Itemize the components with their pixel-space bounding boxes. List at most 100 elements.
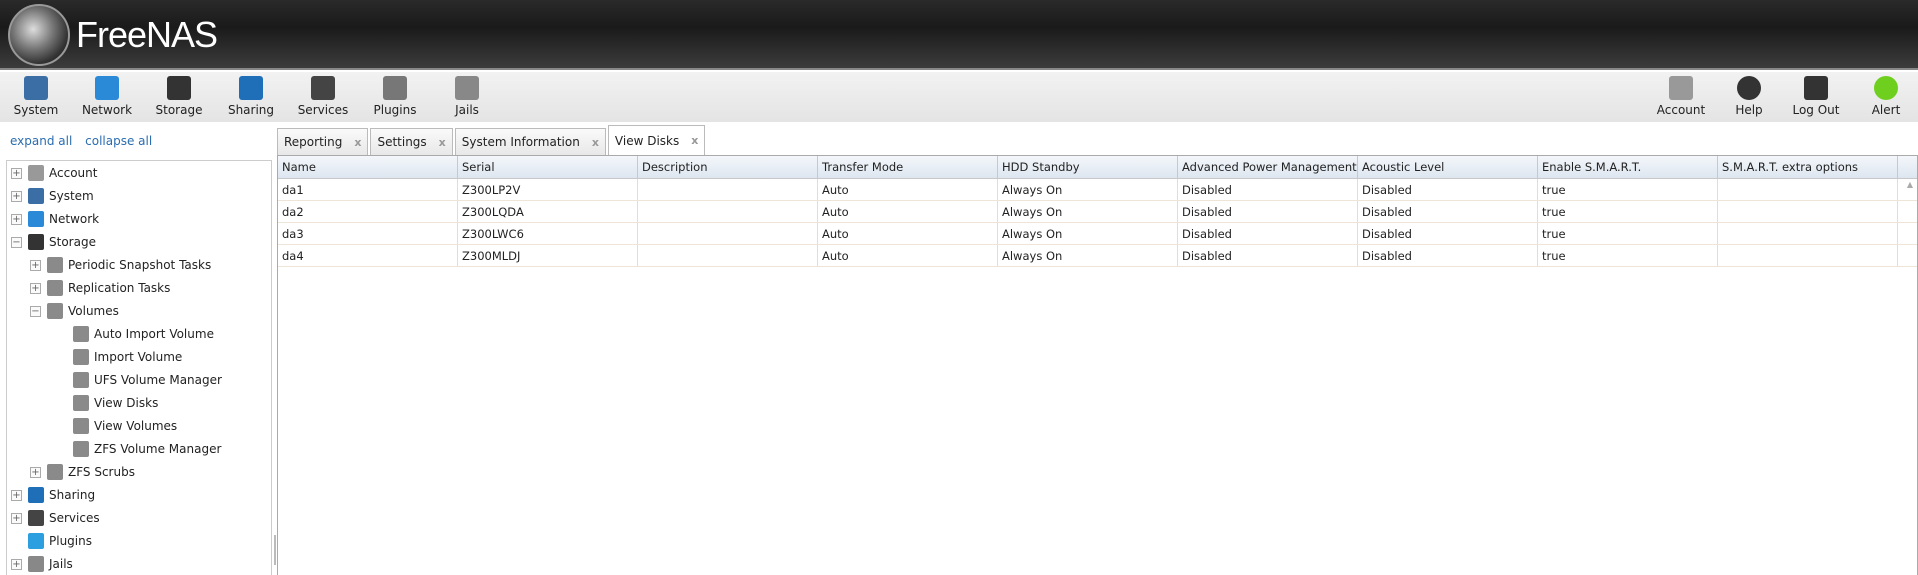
expand-icon[interactable]: +: [11, 190, 22, 202]
toolbar-label: Sharing: [227, 103, 275, 117]
tree-item-jails[interactable]: + Jails: [11, 554, 73, 574]
tree-item-label: Volumes: [68, 304, 119, 318]
tab-reporting[interactable]: Reporting x: [277, 128, 369, 155]
toolbar-alert-button[interactable]: Alert: [1856, 76, 1916, 117]
tree-item-volumes[interactable]: − Volumes: [30, 301, 119, 321]
sidebar-splitter[interactable]: [274, 535, 276, 565]
table-cell: Disabled: [1178, 245, 1358, 266]
expand-icon[interactable]: +: [11, 512, 22, 524]
tree-item-label: Jails: [49, 557, 73, 571]
table-cell: [1718, 201, 1898, 222]
scroll-up-arrow-icon[interactable]: ▲: [1907, 180, 1913, 189]
tab-settings[interactable]: Settings x: [370, 128, 453, 155]
tree-item-storage[interactable]: − Storage: [11, 232, 96, 252]
table-cell: Always On: [998, 201, 1178, 222]
expand-icon[interactable]: +: [11, 213, 22, 225]
app-header: FreeNAS: [0, 0, 1918, 70]
toolbar-jails-button[interactable]: Jails: [437, 76, 497, 117]
tree-item-view-volumes[interactable]: View Volumes: [49, 416, 177, 436]
tree-item-auto-import-volume[interactable]: Auto Import Volume: [49, 324, 214, 344]
table-cell: [1718, 245, 1898, 266]
tree-controls: expand all collapse all: [10, 134, 161, 148]
expand-icon[interactable]: +: [11, 558, 22, 570]
table-header: Name Serial Description Transfer Mode HDD St…: [278, 156, 1917, 179]
tree-item-view-disks[interactable]: View Disks: [49, 393, 158, 413]
tree-item-import-volume[interactable]: Import Volume: [49, 347, 182, 367]
tree-item-network[interactable]: + Network: [11, 209, 99, 229]
column-header[interactable]: Acoustic Level: [1358, 156, 1538, 178]
tab-bar: Reporting x Settings x System Information x Vi…: [277, 125, 707, 155]
column-header[interactable]: HDD Standby: [998, 156, 1178, 178]
column-header[interactable]: Enable S.M.A.R.T.: [1538, 156, 1718, 178]
close-tab-icon[interactable]: x: [691, 134, 698, 147]
tree-item-label: Periodic Snapshot Tasks: [68, 258, 212, 272]
account-icon: [28, 165, 44, 181]
tree-item-services[interactable]: + Services: [11, 508, 100, 528]
table-cell: Auto: [818, 179, 998, 200]
tree-item-zfs-volume-manager[interactable]: ZFS Volume Manager: [49, 439, 221, 459]
tree-item-sharing[interactable]: + Sharing: [11, 485, 95, 505]
tree-item-ufs-volume-manager[interactable]: UFS Volume Manager: [49, 370, 222, 390]
system-icon: [28, 188, 44, 204]
collapse-all-link[interactable]: collapse all: [85, 134, 152, 148]
tree-item-system[interactable]: + System: [11, 186, 94, 206]
toolbar-system-button[interactable]: System: [6, 76, 66, 117]
tree-item-zfs-scrubs[interactable]: + ZFS Scrubs: [30, 462, 135, 482]
tree-item-plugins[interactable]: Plugins: [11, 531, 92, 551]
services-icon: [311, 76, 335, 100]
column-header[interactable]: Advanced Power Management: [1178, 156, 1358, 178]
table-cell: Z300LP2V: [458, 179, 638, 200]
column-header[interactable]: S.M.A.R.T. extra options: [1718, 156, 1898, 178]
table-row[interactable]: da4 Z300MLDJ Auto Always On Disabled Disabled…: [278, 245, 1917, 267]
table-cell: [1718, 179, 1898, 200]
tab-label: Reporting: [284, 135, 343, 149]
expand-icon[interactable]: +: [30, 282, 41, 294]
table-row[interactable]: da1 Z300LP2V Auto Always On Disabled Disabled…: [278, 179, 1917, 201]
column-header[interactable]: Name: [278, 156, 458, 178]
toolbar-account-button[interactable]: Account: [1651, 76, 1711, 117]
tree-item-account[interactable]: + Account: [11, 163, 97, 183]
toolbar-plugins-button[interactable]: Plugins: [365, 76, 425, 117]
view-icon: [73, 395, 89, 411]
navigation-tree: + Account + System + Network − Storage + Periodic…: [6, 160, 272, 575]
expand-all-link[interactable]: expand all: [10, 134, 72, 148]
expand-icon[interactable]: +: [30, 259, 41, 271]
collapse-icon[interactable]: −: [11, 236, 22, 248]
table-cell: true: [1538, 201, 1718, 222]
close-tab-icon[interactable]: x: [439, 136, 446, 149]
app-title: FreeNAS: [76, 14, 218, 55]
toolbar-storage-button[interactable]: Storage: [149, 76, 209, 117]
tree-item-label: System: [49, 189, 94, 203]
toolbar-sharing-button[interactable]: Sharing: [221, 76, 281, 117]
network-icon: [28, 211, 44, 227]
view-icon: [73, 418, 89, 434]
collapse-icon[interactable]: −: [30, 305, 41, 317]
column-header[interactable]: Serial: [458, 156, 638, 178]
column-header[interactable]: Description: [638, 156, 818, 178]
close-tab-icon[interactable]: x: [592, 136, 599, 149]
expand-icon[interactable]: +: [11, 489, 22, 501]
expand-icon[interactable]: +: [30, 466, 41, 478]
tab-view-disks[interactable]: View Disks x: [607, 125, 706, 155]
table-row[interactable]: da2 Z300LQDA Auto Always On Disabled Disabled…: [278, 201, 1917, 223]
plugins-icon: [28, 533, 44, 549]
tab-system-information[interactable]: System Information x: [454, 128, 606, 155]
toolbar-label: Account: [1656, 103, 1706, 117]
column-header[interactable]: Transfer Mode: [818, 156, 998, 178]
disks-table: ▲ Name Serial Description Transfer Mode HDD …: [277, 155, 1918, 575]
toolbar-label: Storage: [155, 103, 203, 117]
toolbar-network-button[interactable]: Network: [77, 76, 137, 117]
table-row[interactable]: da3 Z300LWC6 Auto Always On Disabled Disabled…: [278, 223, 1917, 245]
close-tab-icon[interactable]: x: [354, 136, 361, 149]
freenas-logo-icon: [8, 4, 70, 66]
replication-icon: [47, 280, 63, 296]
toolbar-services-button[interactable]: Services: [293, 76, 353, 117]
calendar-icon: [47, 464, 63, 480]
sharing-icon: [28, 487, 44, 503]
toolbar-help-button[interactable]: Help: [1719, 76, 1779, 117]
tree-item-periodic-snapshot-tasks[interactable]: + Periodic Snapshot Tasks: [30, 255, 211, 275]
expand-icon[interactable]: +: [11, 167, 22, 179]
toolbar-log-out-button[interactable]: Log Out: [1786, 76, 1846, 117]
tree-item-label: ZFS Volume Manager: [94, 442, 222, 456]
tree-item-replication-tasks[interactable]: + Replication Tasks: [30, 278, 170, 298]
